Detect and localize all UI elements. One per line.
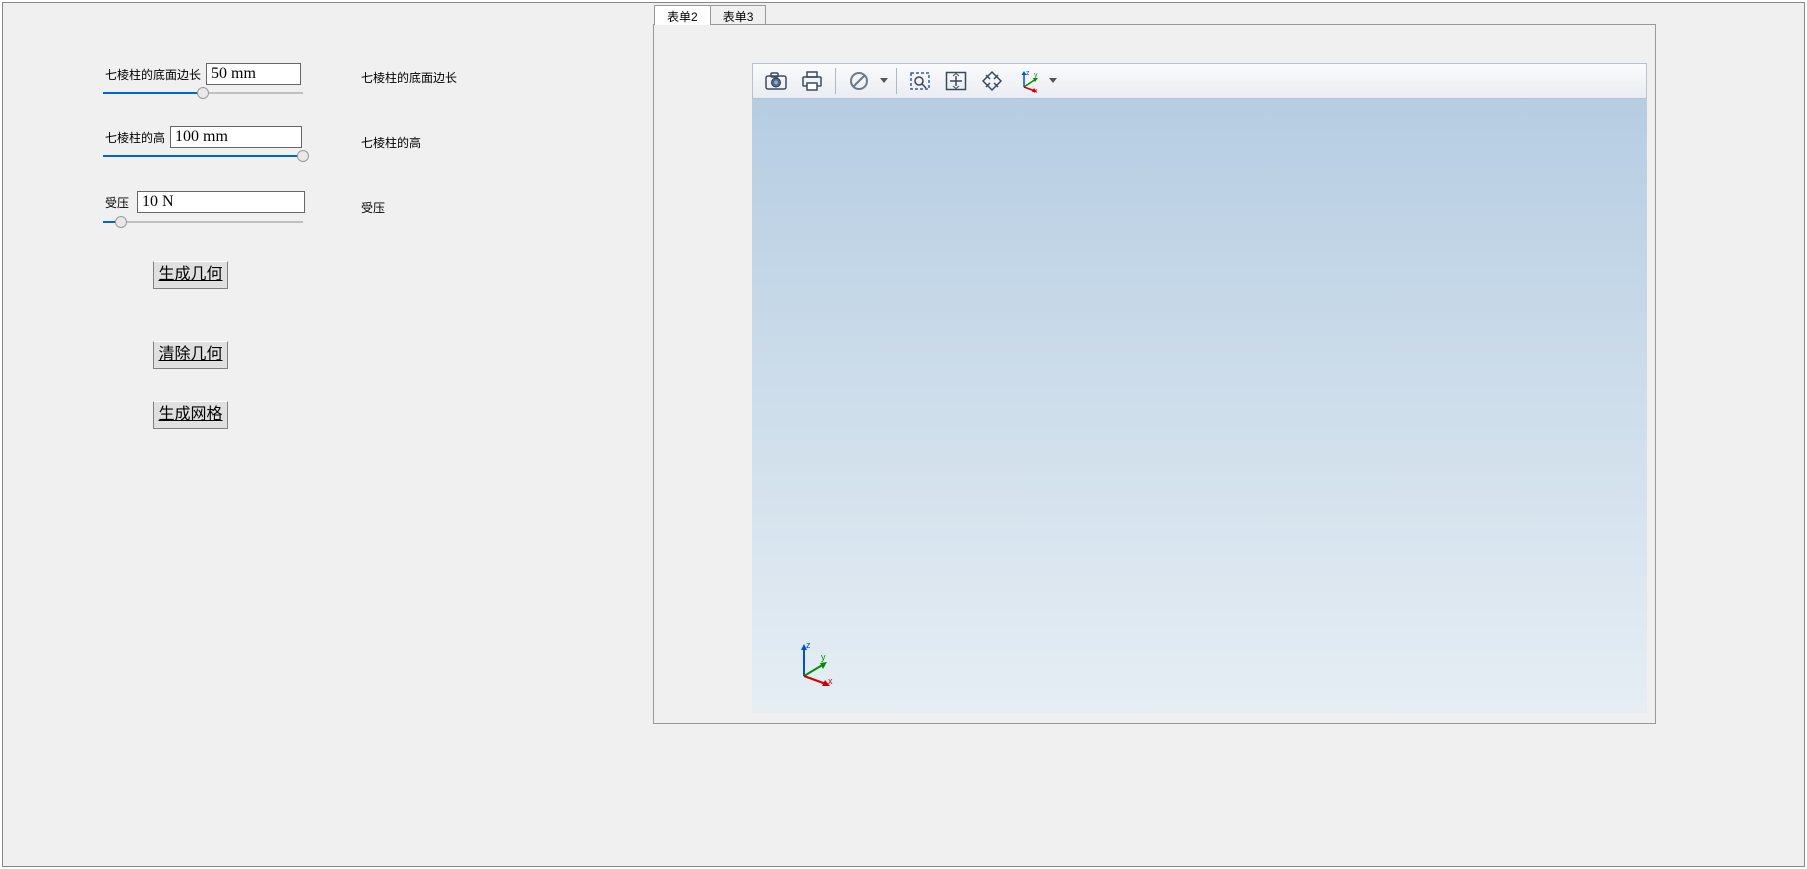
slider-thumb[interactable] <box>197 87 209 99</box>
axis-x-label: x <box>1034 88 1038 93</box>
toolbar-separator <box>835 68 836 94</box>
axis-triad: z y x <box>792 638 842 688</box>
base-edge-input[interactable] <box>206 63 301 85</box>
zoom-select-icon[interactable] <box>904 66 936 96</box>
slider-fill <box>103 92 203 94</box>
param-row-base-edge: 七棱柱的底面边长 <box>103 63 301 85</box>
pressure-desc: 受压 <box>361 199 385 216</box>
pressure-label: 受压 <box>103 194 129 211</box>
generate-geometry-button[interactable]: 生成几何 <box>153 261 228 289</box>
fit-view-icon[interactable] <box>940 66 972 96</box>
tab-body: z y x z y <box>653 24 1656 724</box>
cancel-icon[interactable] <box>843 66 875 96</box>
pressure-slider[interactable] <box>103 214 303 230</box>
generate-mesh-button[interactable]: 生成网格 <box>153 401 228 429</box>
canvas-3d[interactable]: z y x <box>752 99 1647 713</box>
base-edge-label: 七棱柱的底面边长 <box>103 66 201 83</box>
viewer: z y x z y <box>752 63 1647 713</box>
viewer-toolbar: z y x <box>752 63 1647 99</box>
height-label: 七棱柱的高 <box>103 129 165 146</box>
pressure-input[interactable] <box>137 191 305 213</box>
slider-thumb[interactable] <box>115 216 127 228</box>
base-edge-slider[interactable] <box>103 85 303 101</box>
base-edge-desc: 七棱柱的底面边长 <box>361 69 457 86</box>
param-row-height: 七棱柱的高 <box>103 126 302 148</box>
height-input[interactable] <box>170 126 302 148</box>
right-panel: 表单2 表单3 <box>653 3 1658 728</box>
axis-y-label: y <box>1034 72 1038 79</box>
tab-form2[interactable]: 表单2 <box>654 5 711 25</box>
toolbar-separator <box>896 68 897 94</box>
cancel-dropdown[interactable] <box>877 66 891 96</box>
axis-x-label: x <box>828 676 833 686</box>
axis-z-label: z <box>1026 70 1030 77</box>
camera-icon[interactable] <box>760 66 792 96</box>
axis-y-label: y <box>821 652 826 662</box>
axes-dropdown[interactable] <box>1046 66 1060 96</box>
slider-track <box>103 221 303 223</box>
clear-geometry-button[interactable]: 清除几何 <box>153 341 228 369</box>
app-shell: 七棱柱的底面边长 七棱柱的底面边长 七棱柱的高 七棱柱的高 受压 受压 <box>2 2 1805 867</box>
axis-z-label: z <box>806 640 811 650</box>
tabbar: 表单2 表单3 <box>654 5 765 25</box>
print-icon[interactable] <box>796 66 828 96</box>
axes-orientation-icon[interactable]: z y x <box>1012 66 1044 96</box>
param-row-pressure: 受压 <box>103 191 305 213</box>
slider-thumb[interactable] <box>297 150 309 162</box>
height-desc: 七棱柱的高 <box>361 134 421 151</box>
tab-form3[interactable]: 表单3 <box>710 5 767 25</box>
height-slider[interactable] <box>103 148 303 164</box>
left-panel: 七棱柱的底面边长 七棱柱的底面边长 七棱柱的高 七棱柱的高 受压 受压 <box>3 3 653 866</box>
slider-fill <box>103 155 303 157</box>
spread-icon[interactable] <box>976 66 1008 96</box>
